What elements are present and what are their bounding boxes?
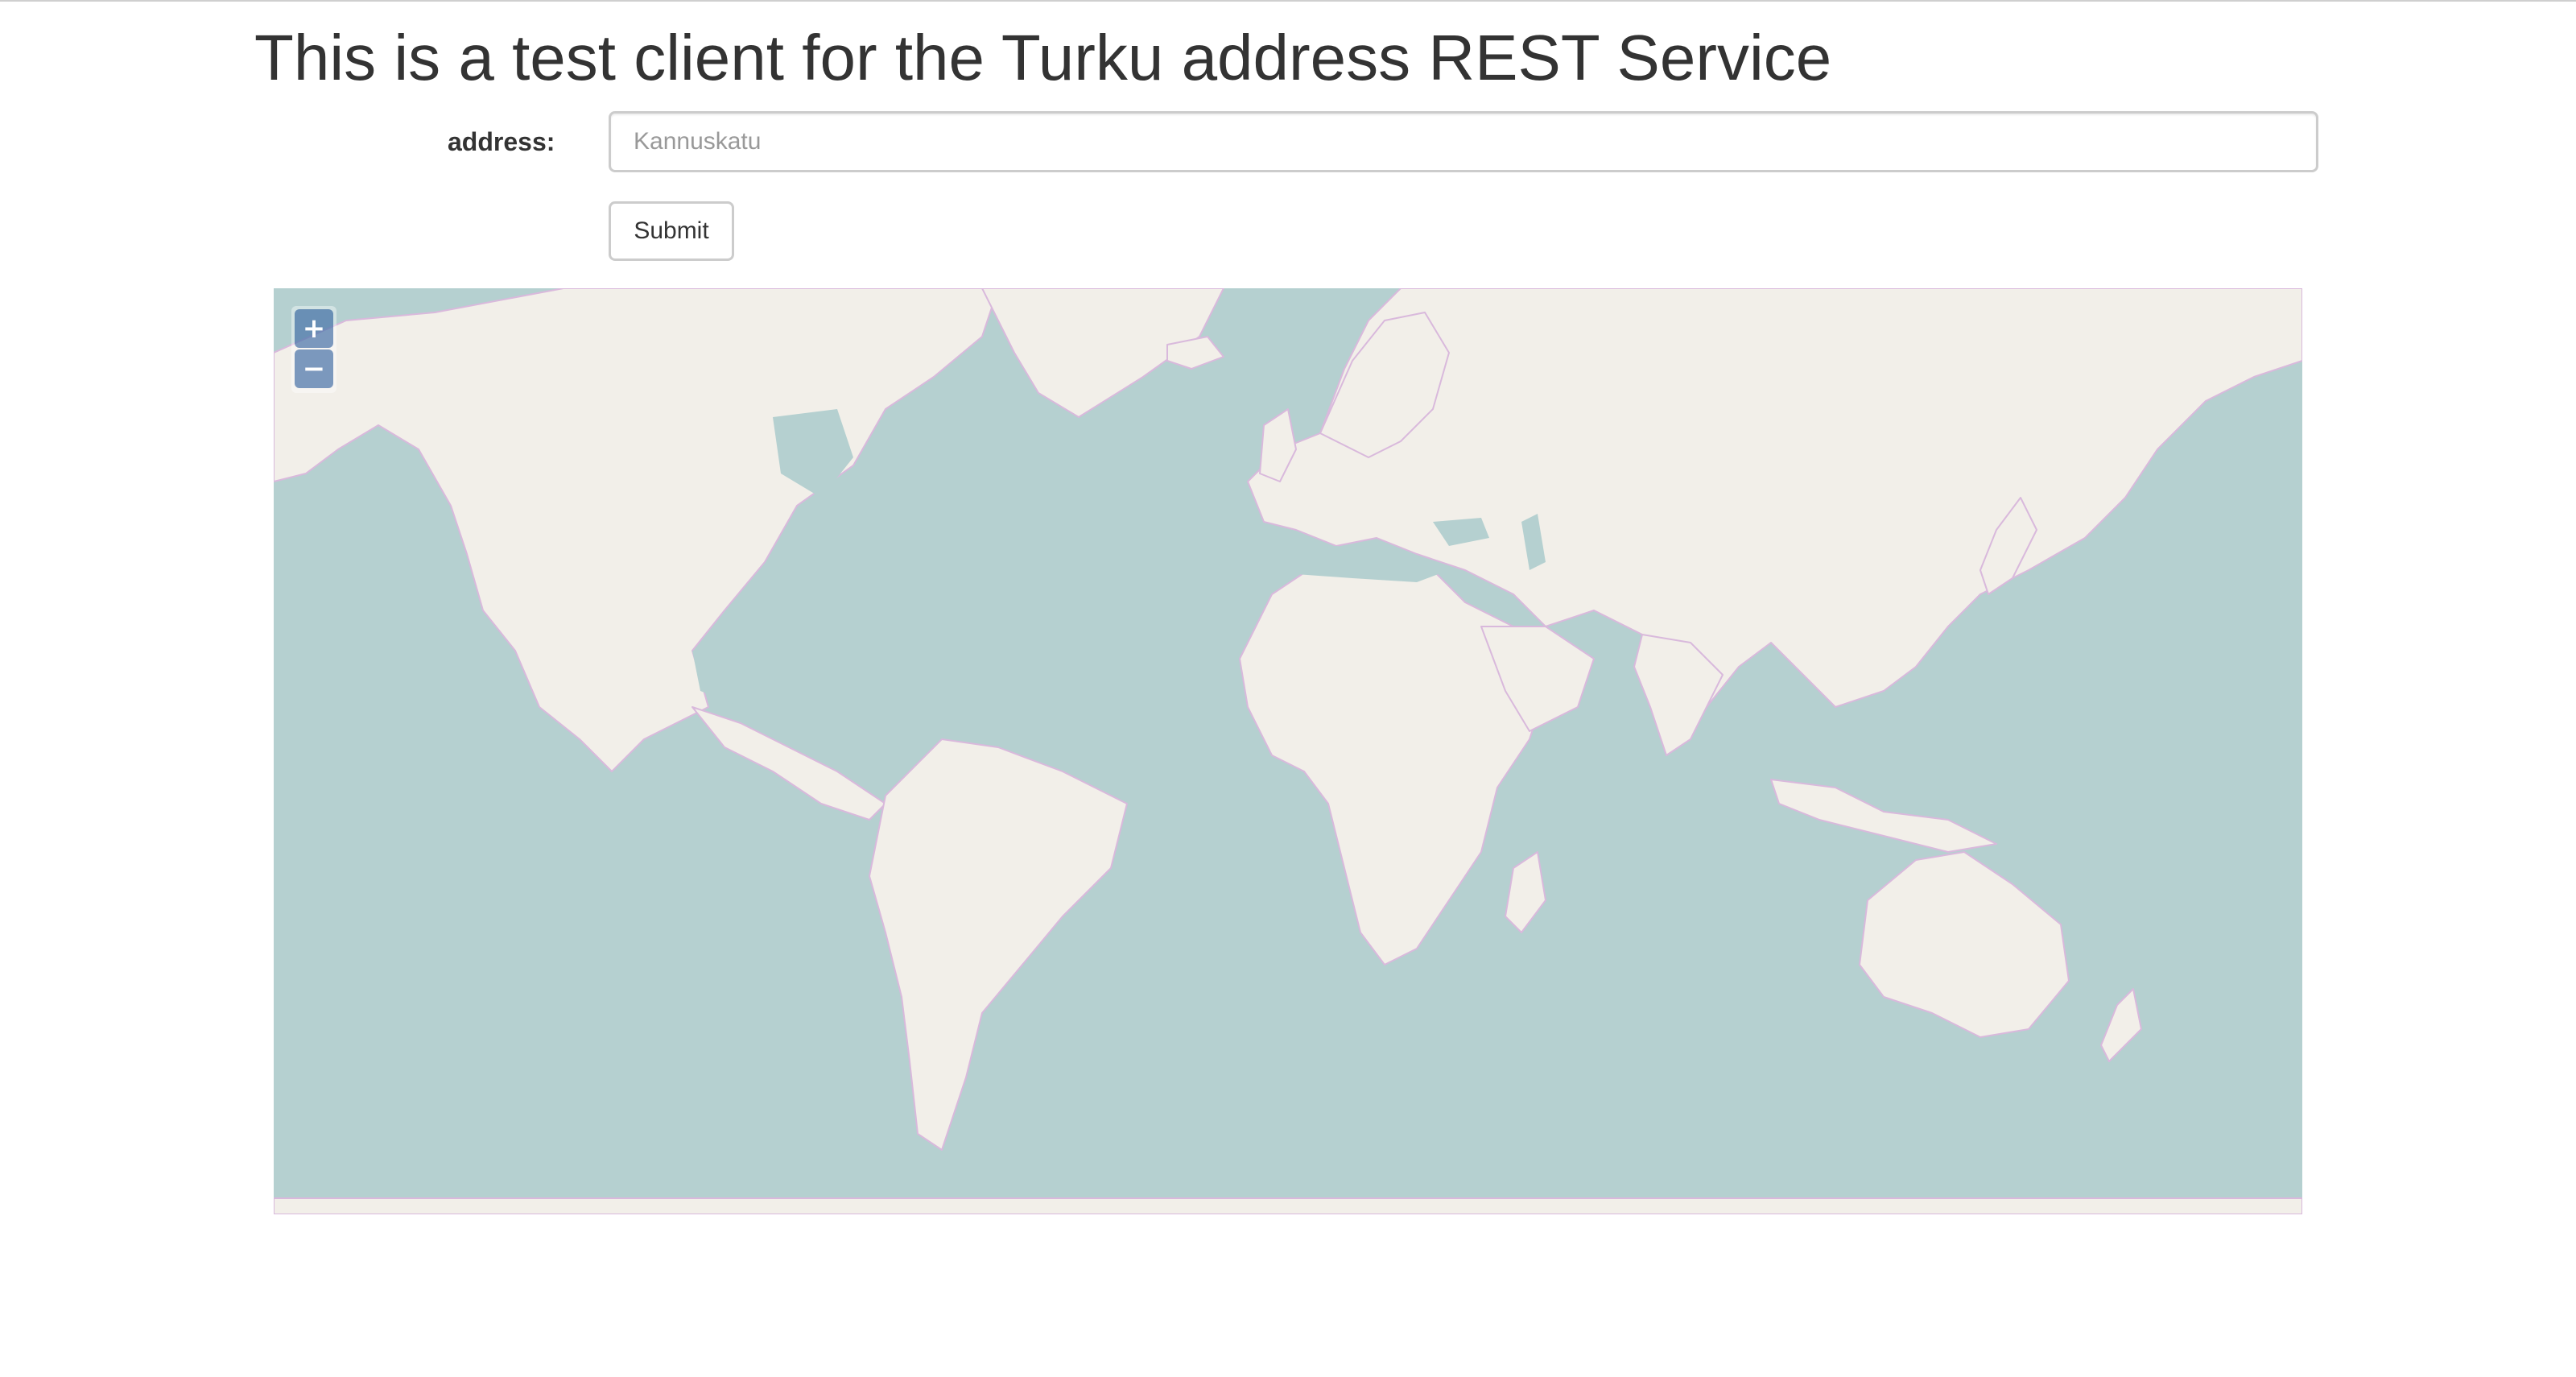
address-label: address: (448, 127, 555, 156)
submit-button[interactable]: Submit (609, 201, 734, 261)
map-tiles (274, 288, 2302, 1214)
world-map[interactable]: + − (274, 288, 2302, 1214)
page-title: This is a test client for the Turku addr… (254, 22, 1832, 93)
zoom-in-button[interactable]: + (295, 309, 333, 348)
zoom-control: + − (291, 306, 336, 393)
land-antarctica (274, 1197, 2302, 1214)
top-divider (0, 0, 2576, 2)
zoom-out-button[interactable]: − (295, 349, 333, 388)
address-input[interactable] (609, 111, 2318, 172)
